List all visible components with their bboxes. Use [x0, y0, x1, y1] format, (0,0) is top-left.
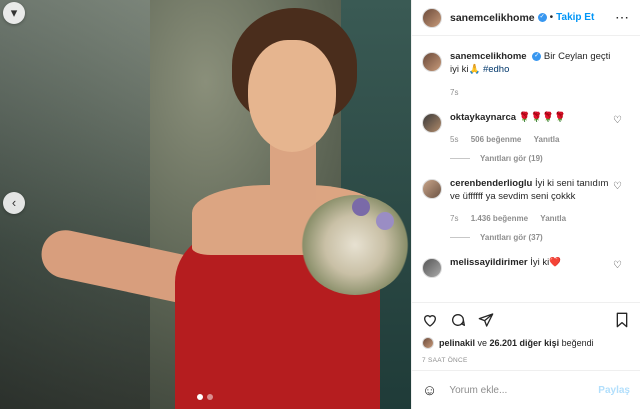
caption: sanemcelikhome ✓ Bir Ceylan geçti iyi ki…: [422, 50, 630, 99]
reply-button[interactable]: Yanıtla: [540, 214, 566, 223]
caption-username[interactable]: sanemcelikhome: [450, 51, 527, 62]
view-replies-button[interactable]: Yanıtları gör (19): [450, 154, 630, 163]
likes-text-end: beğendi: [559, 338, 594, 348]
carousel-prev-button[interactable]: ‹: [3, 192, 25, 214]
more-options-icon[interactable]: ⋯: [615, 9, 630, 26]
bookmark-icon[interactable]: [614, 312, 630, 328]
comment-item: melissayildirimer İyi ki❤️ ♡: [422, 256, 630, 278]
avatar[interactable]: [422, 113, 442, 133]
follow-button[interactable]: Takip Et: [556, 12, 594, 23]
comment-item: cerenbenderlioglu İyi ki seni tanıdım ve…: [422, 177, 630, 225]
likes-count[interactable]: 26.201 diğer kişi: [490, 338, 560, 348]
replies-divider: [450, 237, 470, 238]
heart-icon[interactable]: [422, 312, 438, 328]
comments-list[interactable]: sanemcelikhome ✓ Bir Ceylan geçti iyi ki…: [412, 40, 640, 300]
chevron-down-icon[interactable]: ▾: [3, 2, 25, 24]
carousel-dot[interactable]: [207, 394, 213, 400]
comment-form: ☺ Paylaş: [412, 370, 640, 409]
photo-flower: [352, 198, 370, 216]
share-icon[interactable]: [478, 312, 494, 328]
comment-likes[interactable]: 506 beğenme: [471, 135, 522, 144]
likes-summary: pelinakil ve 26.201 diğer kişi beğendi: [422, 337, 630, 349]
post-time-ago[interactable]: 7 SAAT ÖNCE: [422, 357, 630, 364]
comment-username[interactable]: melissayildirimer: [450, 257, 528, 268]
view-replies-label: Yanıtları gör (19): [480, 154, 543, 163]
comment-input[interactable]: [449, 384, 599, 396]
comment-likes[interactable]: 1.436 beğenme: [471, 214, 528, 223]
view-replies-label: Yanıtları gör (37): [480, 233, 543, 242]
heart-icon[interactable]: ♡: [613, 115, 622, 126]
avatar[interactable]: [422, 179, 442, 199]
comment-username[interactable]: oktaykaynarca: [450, 112, 516, 123]
reply-button[interactable]: Yanıtla: [534, 135, 560, 144]
comment-item: oktaykaynarca 🌹🌹🌹🌹 5s 506 beğenme Yanıtl…: [422, 111, 630, 146]
caption-hashtag[interactable]: #edho: [483, 64, 509, 75]
action-icons: [422, 309, 630, 331]
avatar[interactable]: [422, 258, 442, 278]
comment-username[interactable]: cerenbenderlioglu: [450, 178, 532, 189]
comment-text: İyi ki❤️: [530, 257, 562, 268]
verified-badge-icon: ✓: [537, 13, 547, 22]
carousel-dots: [197, 394, 213, 400]
heart-icon[interactable]: ♡: [613, 260, 622, 271]
avatar[interactable]: [422, 7, 442, 28]
liked-by-user[interactable]: pelinakil: [439, 338, 475, 348]
caption-time[interactable]: 7s: [450, 88, 458, 97]
avatar: [422, 337, 434, 349]
comment-icon[interactable]: [450, 312, 466, 328]
replies-divider: [450, 158, 470, 159]
verified-badge-icon: ✓: [532, 51, 542, 61]
comment-time[interactable]: 5s: [450, 135, 458, 144]
photo-face: [248, 40, 336, 152]
photo-flower: [376, 212, 394, 230]
comment-time[interactable]: 7s: [450, 214, 458, 223]
likes-text-mid: ve: [475, 338, 490, 348]
post-side-panel: sanemcelikhome ✓ • Takip Et ⋯ sanemcelik…: [411, 0, 640, 409]
heart-icon[interactable]: ♡: [613, 181, 622, 192]
carousel-dot[interactable]: [197, 394, 203, 400]
chevron-left-icon: ‹: [11, 195, 17, 210]
post-comment-button[interactable]: Paylaş: [598, 385, 630, 396]
header-username[interactable]: sanemcelikhome: [450, 12, 535, 24]
view-replies-button[interactable]: Yanıtları gör (37): [450, 233, 630, 242]
comment-text: 🌹🌹🌹🌹: [518, 112, 566, 123]
post-actions: pelinakil ve 26.201 diğer kişi beğendi 7…: [412, 302, 640, 364]
header-separator: •: [549, 12, 554, 23]
post-header: sanemcelikhome ✓ • Takip Et ⋯: [412, 0, 640, 36]
emoji-icon[interactable]: ☺: [422, 382, 437, 399]
avatar[interactable]: [422, 52, 442, 72]
post-image[interactable]: ▾ ‹: [0, 0, 411, 409]
